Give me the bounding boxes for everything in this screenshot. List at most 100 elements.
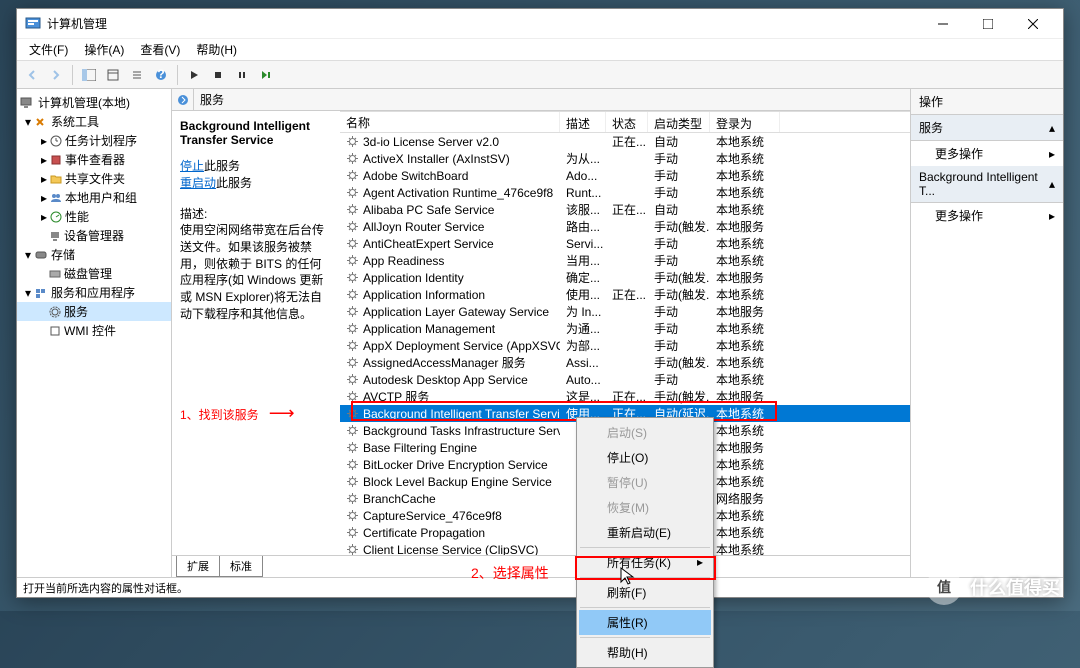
ctx-start: 启动(S): [579, 420, 711, 445]
service-row[interactable]: 3d-io License Server v2.0正在...自动本地系统: [340, 133, 910, 150]
clock-icon: [50, 135, 62, 147]
col-logon[interactable]: 登录为: [710, 112, 780, 132]
context-menu[interactable]: 启动(S) 停止(O) 暂停(U) 恢复(M) 重新启动(E) 所有任务(K)▸…: [576, 417, 714, 668]
description-text: 使用空闲网络带宽在后台传送文件。如果该服务被禁用，则依赖于 BITS 的任何应用…: [180, 222, 332, 323]
play-button[interactable]: [183, 64, 205, 86]
show-hide-button[interactable]: [78, 64, 100, 86]
nav-arrow-icon[interactable]: [172, 89, 194, 110]
service-row[interactable]: Application Information使用...正在...手动(触发..…: [340, 286, 910, 303]
pane-title: 服务: [194, 91, 224, 108]
app-icon: [25, 16, 41, 32]
expand-icon[interactable]: ▸: [41, 153, 47, 167]
ctx-stop[interactable]: 停止(O): [579, 445, 711, 470]
actions-section-services[interactable]: 服务▴: [911, 115, 1063, 141]
tree-performance[interactable]: 性能: [65, 208, 89, 225]
menu-view[interactable]: 查看(V): [132, 39, 188, 60]
svg-text:?: ?: [157, 69, 164, 81]
tree-shared-folders[interactable]: 共享文件夹: [65, 170, 125, 187]
expand-icon[interactable]: ▸: [41, 210, 47, 224]
expand-icon[interactable]: ▸: [41, 191, 47, 205]
apps-icon: [34, 287, 48, 299]
tools-icon: [34, 116, 48, 128]
service-row[interactable]: AssignedAccessManager 服务Assi...手动(触发...本…: [340, 354, 910, 371]
service-row[interactable]: AllJoyn Router Service路由...手动(触发...本地服务: [340, 218, 910, 235]
col-name[interactable]: 名称: [340, 112, 560, 132]
nav-tree[interactable]: 计算机管理(本地) ▾ 系统工具 ▸ 任务计划程序 ▸ 事件查看器 ▸ 共享文件夹 ▸ 本…: [17, 89, 172, 577]
service-row[interactable]: Application Management为通...手动本地系统: [340, 320, 910, 337]
service-row[interactable]: Application Layer Gateway Service为 In...…: [340, 303, 910, 320]
service-row[interactable]: ActiveX Installer (AxInstSV)为从...手动本地系统: [340, 150, 910, 167]
tree-local-users[interactable]: 本地用户和组: [65, 189, 137, 206]
menu-help[interactable]: 帮助(H): [188, 39, 245, 60]
help-button[interactable]: ?: [150, 64, 172, 86]
export-button[interactable]: [102, 64, 124, 86]
disk-icon: [49, 268, 61, 280]
grid-header[interactable]: 名称 描述 状态 启动类型 登录为: [340, 111, 910, 133]
device-icon: [49, 230, 61, 242]
tree-services[interactable]: 服务: [64, 303, 88, 320]
minimize-button[interactable]: [920, 10, 965, 38]
actions-section-selected[interactable]: Background Intelligent T...▴: [911, 166, 1063, 203]
actions-title: 操作: [911, 89, 1063, 115]
users-icon: [50, 192, 62, 204]
col-startup[interactable]: 启动类型: [648, 112, 710, 132]
expand-icon[interactable]: ▾: [25, 115, 31, 129]
ctx-refresh[interactable]: 刷新(F): [579, 580, 711, 605]
ctx-help[interactable]: 帮助(H): [579, 640, 711, 665]
tree-task-scheduler[interactable]: 任务计划程序: [65, 132, 137, 149]
back-button: [21, 64, 43, 86]
list-button[interactable]: [126, 64, 148, 86]
event-icon: [50, 154, 62, 166]
ctx-properties[interactable]: 属性(R): [579, 610, 711, 635]
service-row[interactable]: Application Identity确定...手动(触发...本地服务: [340, 269, 910, 286]
tree-storage[interactable]: 存储: [51, 246, 75, 263]
wmi-icon: [49, 325, 61, 337]
tree-event-viewer[interactable]: 事件查看器: [65, 151, 125, 168]
expand-icon[interactable]: ▾: [25, 286, 31, 300]
pause-button[interactable]: [231, 64, 253, 86]
tree-disk-mgmt[interactable]: 磁盘管理: [64, 265, 112, 282]
service-row[interactable]: Adobe SwitchBoardAdo...手动本地系统: [340, 167, 910, 184]
tree-services-apps[interactable]: 服务和应用程序: [51, 284, 135, 301]
menu-file[interactable]: 文件(F): [21, 39, 76, 60]
tree-device-mgr[interactable]: 设备管理器: [64, 227, 124, 244]
perf-icon: [50, 211, 62, 223]
col-desc[interactable]: 描述: [560, 112, 606, 132]
service-row[interactable]: Agent Activation Runtime_476ce9f8Runt...…: [340, 184, 910, 201]
tree-wmi[interactable]: WMI 控件: [64, 322, 116, 339]
service-row[interactable]: Alibaba PC Safe Service该服...正在...自动本地系统: [340, 201, 910, 218]
actions-more-1[interactable]: 更多操作▸: [911, 141, 1063, 166]
restart-button[interactable]: [255, 64, 277, 86]
col-status[interactable]: 状态: [606, 112, 648, 132]
service-row[interactable]: AppX Deployment Service (AppXSVC)为部...手动…: [340, 337, 910, 354]
annotation-1: 1、找到该服务⟶: [180, 403, 295, 424]
ctx-restart[interactable]: 重新启动(E): [579, 520, 711, 545]
restart-link[interactable]: 重启动: [180, 176, 216, 190]
watermark: 值 什么值得买: [926, 569, 1060, 605]
cursor-icon: [620, 567, 636, 587]
ctx-resume: 恢复(M): [579, 495, 711, 520]
service-row[interactable]: Autodesk Desktop App ServiceAuto...手动本地系…: [340, 371, 910, 388]
computer-icon: [19, 97, 35, 109]
expand-icon[interactable]: ▸: [41, 134, 47, 148]
annotation-2: 2、选择属性: [471, 563, 549, 583]
tree-systools[interactable]: 系统工具: [51, 113, 99, 130]
expand-icon[interactable]: ▸: [41, 172, 47, 186]
expand-icon[interactable]: ▾: [25, 248, 31, 262]
service-row[interactable]: AVCTP 服务这是...正在...手动(触发...本地服务: [340, 388, 910, 405]
tab-standard[interactable]: 标准: [219, 556, 263, 577]
ctx-all-tasks[interactable]: 所有任务(K)▸: [579, 550, 711, 575]
description-label: 描述:: [180, 205, 332, 222]
stop-link[interactable]: 停止: [180, 159, 204, 173]
window-title: 计算机管理: [47, 15, 107, 32]
service-row[interactable]: AntiCheatExpert ServiceServi...手动本地系统: [340, 235, 910, 252]
close-button[interactable]: [1010, 10, 1055, 38]
service-row[interactable]: App Readiness当用...手动本地系统: [340, 252, 910, 269]
actions-more-2[interactable]: 更多操作▸: [911, 203, 1063, 228]
menu-action[interactable]: 操作(A): [76, 39, 132, 60]
ctx-pause: 暂停(U): [579, 470, 711, 495]
stop-button[interactable]: [207, 64, 229, 86]
tab-extended[interactable]: 扩展: [176, 556, 220, 577]
maximize-button[interactable]: [965, 10, 1010, 38]
tree-root[interactable]: 计算机管理(本地): [38, 94, 130, 111]
